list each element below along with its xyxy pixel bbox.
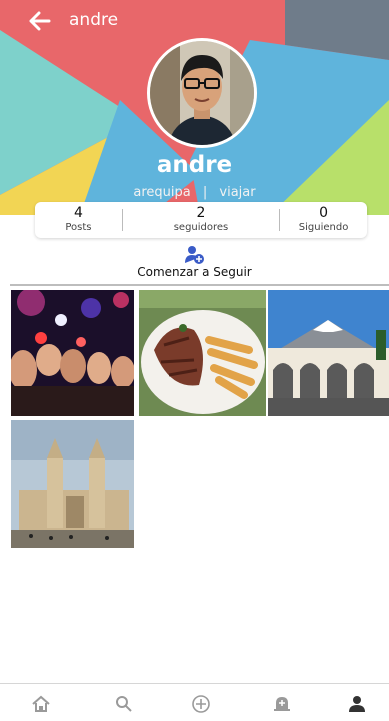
post-thumbnail[interactable] <box>268 290 389 416</box>
tag-separator: | <box>202 185 208 200</box>
cathedral-photo <box>11 420 134 548</box>
stat-following[interactable]: 0 Siguiendo <box>280 202 367 238</box>
tag-label[interactable]: arequipa <box>129 185 194 200</box>
stats-bar: 4 Posts 2 seguidores 0 Siguiendo <box>35 202 367 238</box>
post-thumbnail[interactable] <box>11 290 134 416</box>
arrow-left-icon <box>29 11 51 31</box>
home-icon <box>32 695 50 712</box>
bottom-nav <box>0 683 389 721</box>
avatar[interactable] <box>147 38 257 148</box>
party-photo <box>11 290 134 416</box>
add-user-icon <box>184 246 204 264</box>
stat-value: 2 <box>196 205 206 221</box>
divider <box>10 284 389 286</box>
post-thumbnail[interactable] <box>139 290 266 416</box>
search-icon <box>116 696 132 712</box>
stat-value: 0 <box>319 205 329 221</box>
stat-label: Siguiendo <box>298 222 349 233</box>
nav-home[interactable] <box>29 694 53 714</box>
add-circle-icon <box>192 695 210 713</box>
follow-button-label: Comenzar a Seguir <box>137 265 252 279</box>
stat-label: seguidores <box>173 222 229 233</box>
post-thumbnail[interactable] <box>11 420 134 548</box>
follow-button[interactable]: Comenzar a Seguir <box>0 245 389 279</box>
stat-followers[interactable]: 2 seguidores <box>123 202 279 238</box>
profile-header: andre andre arequipa | viajar <box>0 0 389 215</box>
volcano-arches-photo <box>268 290 389 416</box>
profile-photo <box>150 41 254 145</box>
profile-icon <box>349 696 365 712</box>
profile-name: andre <box>156 152 233 178</box>
nav-notifications[interactable] <box>270 694 294 714</box>
tag-label[interactable]: viajar <box>215 185 259 200</box>
nav-add[interactable] <box>189 694 213 714</box>
nav-search[interactable] <box>112 694 136 714</box>
back-button[interactable] <box>26 8 54 34</box>
notification-bell-icon <box>274 697 290 711</box>
nav-profile[interactable] <box>345 694 369 714</box>
page-title: andre <box>69 10 119 30</box>
profile-tags: arequipa | viajar <box>0 185 389 200</box>
stat-label: Posts <box>65 222 92 233</box>
food-photo <box>139 290 266 416</box>
stat-posts[interactable]: 4 Posts <box>35 202 122 238</box>
stat-value: 4 <box>73 205 83 221</box>
